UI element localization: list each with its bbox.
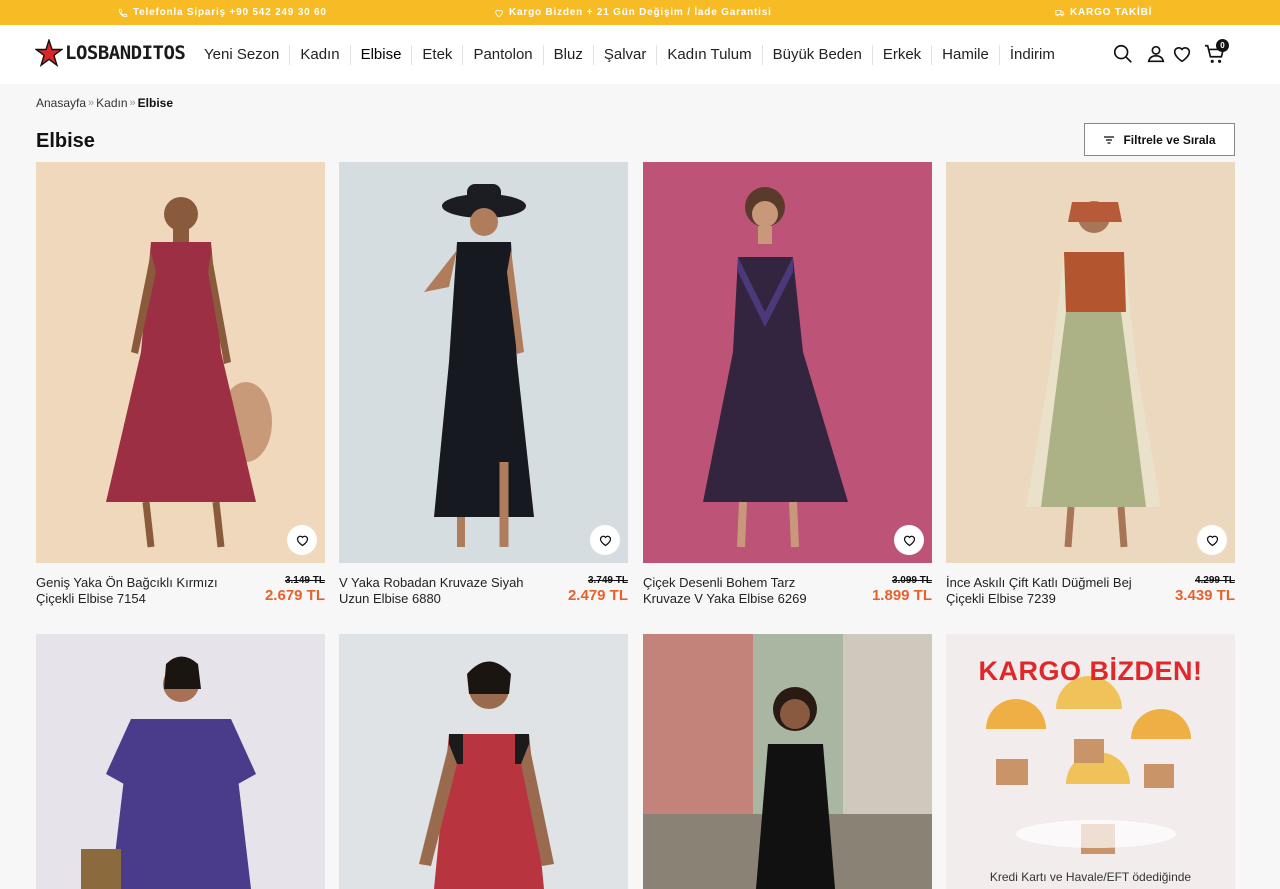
breadcrumb: Anasayfa » Kadın » Elbise: [36, 96, 173, 110]
product-card[interactable]: [643, 634, 932, 889]
nav-kadin[interactable]: Kadın: [290, 44, 351, 65]
nav-kadin-tulum[interactable]: Kadın Tulum: [657, 44, 763, 65]
promo-banner-title: KARGO BİZDEN!: [978, 656, 1203, 686]
product-image[interactable]: [339, 162, 628, 563]
product-name[interactable]: Geniş Yaka Ön Bağcıklı Kırmızı Çiçekli E…: [36, 575, 236, 607]
product-price: 1.899 TL: [871, 587, 932, 604]
product-image[interactable]: [36, 162, 325, 563]
product-name[interactable]: Çiçek Desenli Bohem Tarz Kruvaze V Yaka …: [643, 575, 843, 607]
heart-icon: [599, 535, 611, 546]
nav-yeni-sezon[interactable]: Yeni Sezon: [194, 44, 291, 65]
phone-order-text: Telefonla Sipariş +90 542 249 30 60: [133, 7, 327, 18]
product-old-price: 3.099 TL: [891, 575, 932, 586]
nav-pantolon[interactable]: Pantolon: [463, 44, 544, 65]
site-logo[interactable]: LOSBANDITOS: [35, 39, 186, 67]
product-image[interactable]: [643, 162, 932, 563]
product-price: 2.679 TL: [264, 587, 325, 604]
shipping-guarantee-text: Kargo Bizden + 21 Gün Değişim / İade Gar…: [509, 7, 772, 18]
cargo-tracking-link[interactable]: KARGO TAKİBİ: [1055, 7, 1152, 18]
product-card[interactable]: [36, 634, 325, 889]
site-header: LOSBANDITOS Yeni Sezon Kadın Elbise Etek…: [0, 25, 1280, 84]
heart-icon: [1206, 535, 1218, 546]
add-to-favorites-button[interactable]: [590, 525, 620, 555]
nav-etek[interactable]: Etek: [412, 44, 464, 65]
product-image[interactable]: [339, 634, 628, 889]
heart-icon: [1173, 47, 1191, 63]
nav-indirim[interactable]: İndirim: [1000, 45, 1065, 65]
promo-banner-text: Kredi Kartı ve Havale/EFT ödediğinde: [989, 870, 1192, 884]
wishlist-button[interactable]: [1171, 43, 1193, 65]
account-button[interactable]: [1145, 43, 1167, 65]
heart-icon: [495, 9, 503, 17]
promo-banner[interactable]: KARGO BİZDEN! Kredi Kartı ve Havale/EFT …: [946, 634, 1235, 889]
logo-text: LOSBANDITOS: [65, 42, 186, 64]
page-title: Elbise: [36, 130, 95, 152]
product-image[interactable]: [36, 634, 325, 889]
nav-buyuk-beden[interactable]: Büyük Beden: [763, 44, 873, 65]
phone-order-info[interactable]: Telefonla Sipariş +90 542 249 30 60: [118, 7, 327, 18]
breadcrumb-current: Elbise: [137, 96, 174, 110]
breadcrumb-kadin[interactable]: Kadın: [96, 96, 127, 110]
breadcrumb-home[interactable]: Anasayfa: [36, 96, 86, 110]
nav-elbise[interactable]: Elbise: [351, 44, 413, 65]
cart-count-badge: 0: [1216, 39, 1229, 52]
product-card[interactable]: [339, 634, 628, 889]
product-price: 2.479 TL: [567, 587, 628, 604]
product-price: 3.439 TL: [1174, 587, 1235, 604]
phone-icon: [118, 8, 128, 17]
product-image[interactable]: [946, 162, 1235, 563]
product-old-price: 4.299 TL: [1194, 575, 1235, 586]
product-old-price: 3.149 TL: [284, 575, 325, 586]
product-name[interactable]: V Yaka Robadan Kruvaze Siyah Uzun Elbise…: [339, 575, 539, 607]
top-announcement-bar: Telefonla Sipariş +90 542 249 30 60 Karg…: [0, 0, 1280, 25]
user-icon: [1147, 45, 1165, 63]
nav-erkek[interactable]: Erkek: [873, 44, 933, 65]
filter-icon: [1104, 135, 1115, 144]
breadcrumb-separator: »: [129, 97, 136, 109]
add-to-favorites-button[interactable]: [1197, 525, 1227, 555]
product-name[interactable]: İnce Askılı Çift Katlı Düğmeli Bej Çiçek…: [946, 575, 1146, 607]
truck-icon: [1055, 9, 1065, 16]
star-logo-icon: [35, 39, 63, 67]
shipping-guarantee-info: Kargo Bizden + 21 Gün Değişim / İade Gar…: [494, 7, 772, 18]
cargo-tracking-text: KARGO TAKİBİ: [1070, 7, 1153, 18]
heart-icon: [296, 535, 308, 546]
nav-hamile[interactable]: Hamile: [932, 44, 1000, 65]
search-button[interactable]: [1112, 43, 1134, 65]
main-nav: Yeni Sezon Kadın Elbise Etek Pantolon Bl…: [194, 25, 1065, 84]
cart-button[interactable]: 0: [1204, 39, 1229, 65]
search-icon: [1113, 44, 1132, 63]
product-image[interactable]: [643, 634, 932, 889]
product-old-price: 3.749 TL: [587, 575, 628, 586]
nav-bluz[interactable]: Bluz: [544, 44, 594, 65]
filter-sort-button[interactable]: Filtrele ve Sırala: [1084, 123, 1235, 156]
heart-icon: [903, 535, 915, 546]
nav-salvar[interactable]: Şalvar: [594, 44, 658, 65]
filter-sort-label: Filtrele ve Sırala: [1123, 132, 1216, 147]
breadcrumb-separator: »: [88, 97, 95, 109]
add-to-favorites-button[interactable]: [287, 525, 317, 555]
add-to-favorites-button[interactable]: [894, 525, 924, 555]
